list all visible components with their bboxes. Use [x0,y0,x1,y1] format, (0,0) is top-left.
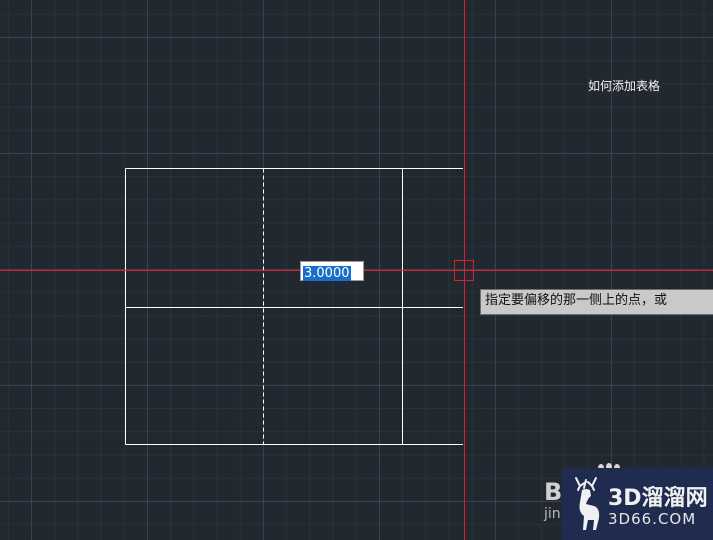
brand-name: 3D溜溜网 [608,486,708,511]
brand-domain: 3D66.COM [608,510,697,528]
table-geometry[interactable] [125,168,464,445]
watermark-partial-logo-big: B [544,478,563,506]
watermark-partial-logo-small: jin [544,506,561,522]
dynamic-input-field[interactable]: 3.0000 [300,261,364,281]
command-prompt-tooltip: 指定要偏移的那一侧上的点，或 [480,289,713,315]
dynamic-input-selected-value[interactable]: 3.0000 [303,266,351,281]
title-annotation: 如何添加表格 [588,79,661,93]
brand-watermark: 3D溜溜网 3D66.COM [562,468,713,540]
deer-icon [575,477,600,530]
drawing-canvas[interactable]: 如何添加表格 3.0000 指定要偏移的那一侧上的点，或 B jin 3D溜溜网… [0,0,713,540]
